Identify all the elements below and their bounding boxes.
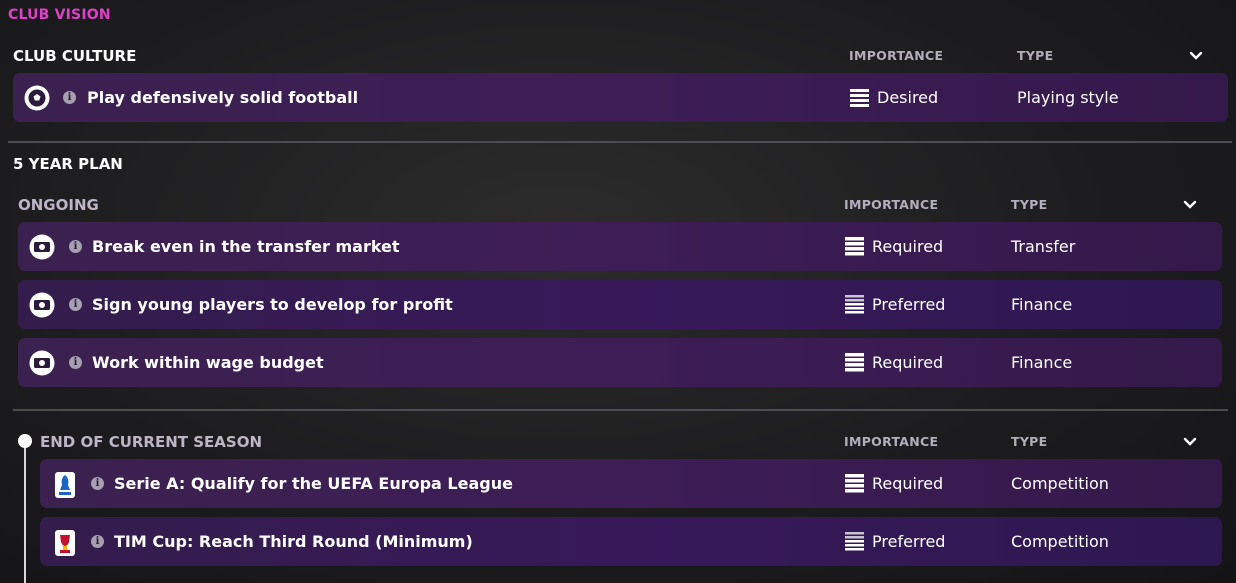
chevron-down-icon[interactable]	[1189, 49, 1203, 63]
importance-value: Required	[872, 353, 944, 372]
info-icon[interactable]: i	[69, 240, 82, 253]
importance-value: Required	[872, 474, 944, 493]
importance-header[interactable]: IMPORTANCE	[844, 197, 938, 212]
type-header[interactable]: TYPE	[1011, 197, 1047, 212]
objective-label: Serie A: Qualify for the UEFA Europa Lea…	[114, 474, 513, 493]
info-icon[interactable]: i	[63, 91, 76, 104]
chevron-down-icon[interactable]	[1183, 435, 1197, 449]
club-culture-row[interactable]: i Play defensively solid football Desire…	[13, 73, 1228, 122]
importance-value: Preferred	[872, 532, 946, 551]
money-icon	[29, 292, 55, 318]
money-icon	[29, 234, 55, 260]
serie-a-logo-icon	[55, 472, 75, 498]
objective-row[interactable]: i Sign young players to develop for prof…	[18, 280, 1222, 329]
type-value: Competition	[1011, 532, 1109, 551]
objective-row[interactable]: i TIM Cup: Reach Third Round (Minimum) P…	[40, 517, 1222, 566]
page-title: CLUB VISION	[8, 7, 111, 23]
type-value: Transfer	[1011, 237, 1076, 256]
objective-row[interactable]: i Serie A: Qualify for the UEFA Europa L…	[40, 459, 1222, 508]
info-icon[interactable]: i	[91, 477, 104, 490]
club-culture-title: CLUB CULTURE	[13, 47, 137, 65]
importance-value: Preferred	[872, 295, 946, 314]
objective-label: TIM Cup: Reach Third Round (Minimum)	[114, 532, 473, 551]
type-value: Competition	[1011, 474, 1109, 493]
info-icon[interactable]: i	[69, 356, 82, 369]
importance-preferred-icon	[845, 295, 864, 314]
objective-label: Work within wage budget	[92, 353, 324, 372]
objective-row[interactable]: i Break even in the transfer market Requ…	[18, 222, 1222, 271]
importance-desired-icon	[850, 89, 869, 107]
importance-value: Desired	[877, 88, 939, 107]
importance-header[interactable]: IMPORTANCE	[849, 48, 943, 63]
end-of-season-title: END OF CURRENT SEASON	[40, 433, 263, 451]
football-icon	[24, 85, 50, 111]
timeline-dot	[18, 434, 32, 448]
importance-preferred-icon	[845, 532, 864, 551]
five-year-plan-title: 5 YEAR PLAN	[13, 155, 123, 173]
chevron-down-icon[interactable]	[1183, 198, 1197, 212]
objective-row[interactable]: i Work within wage budget Required Finan…	[18, 338, 1222, 387]
type-value: Finance	[1011, 353, 1073, 372]
section-divider	[8, 141, 1232, 143]
importance-required-icon	[845, 474, 864, 493]
timeline-line	[24, 441, 26, 583]
importance-value: Required	[872, 237, 944, 256]
type-value: Playing style	[1017, 88, 1119, 107]
ongoing-title: ONGOING	[18, 196, 99, 214]
objective-label: Play defensively solid football	[87, 88, 359, 107]
objective-label: Sign young players to develop for profit	[92, 295, 453, 314]
type-header[interactable]: TYPE	[1017, 48, 1053, 63]
type-header[interactable]: TYPE	[1011, 434, 1047, 449]
info-icon[interactable]: i	[91, 535, 104, 548]
info-icon[interactable]: i	[69, 298, 82, 311]
type-value: Finance	[1011, 295, 1073, 314]
importance-header[interactable]: IMPORTANCE	[844, 434, 938, 449]
importance-required-icon	[845, 353, 864, 372]
money-icon	[29, 350, 55, 376]
objective-label: Break even in the transfer market	[92, 237, 400, 256]
coppa-italia-logo-icon	[55, 530, 75, 556]
section-divider	[13, 409, 1228, 411]
importance-required-icon	[845, 237, 864, 256]
